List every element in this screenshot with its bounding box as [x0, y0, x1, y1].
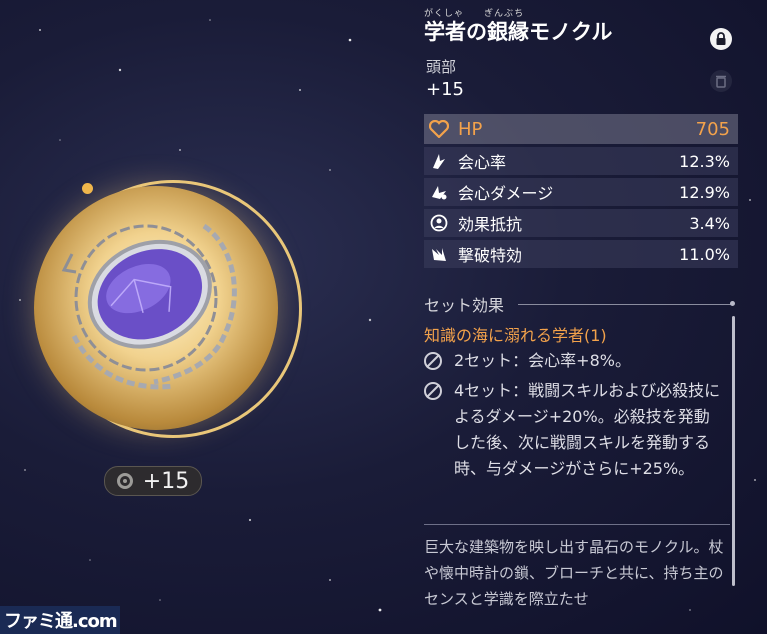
relic-title: 学者の銀縁モノクル: [424, 20, 613, 44]
heart-icon: [428, 118, 450, 140]
detail-scrollbar[interactable]: [732, 316, 735, 586]
sub-stat-value: 12.9%: [679, 182, 730, 202]
lock-button[interactable]: [710, 28, 732, 50]
set-effect-2pc: 2セット：会心率+8%。: [424, 348, 724, 374]
set-effect-2pc-text: 2セット：会心率+8%。: [454, 351, 631, 370]
sub-stat-name: 効果抵抗: [458, 215, 523, 234]
sub-stat-row: 会心率 12.3%: [424, 147, 738, 175]
set-effect-divider: [518, 304, 732, 305]
main-stat-name: HP: [458, 118, 483, 140]
monocle-relic-image: [61, 223, 237, 390]
sub-stat-row: 効果抵抗 3.4%: [424, 209, 738, 237]
relic-level-text: +15: [426, 79, 464, 100]
trash-icon: [716, 75, 726, 88]
stats-list: HP 705 会心率 12.3% 会心ダメージ 12.9% 効果抵抗 3.4%: [424, 114, 738, 271]
crit-dmg-icon: [428, 181, 450, 203]
sub-stat-row: 撃破特効 11.0%: [424, 240, 738, 268]
site-watermark-logo: ファミ通.com: [0, 606, 120, 634]
effect-res-icon: [428, 212, 450, 234]
set-effect-heading: セット効果: [424, 296, 505, 315]
lock-icon: [716, 32, 726, 45]
set-effect-divider-dot: [730, 301, 735, 306]
discard-button[interactable]: [710, 70, 732, 92]
sub-stat-value: 3.4%: [689, 213, 730, 233]
break-effect-icon: [428, 243, 450, 265]
relic-slot-label: 頭部: [426, 58, 457, 76]
sub-stat-value: 11.0%: [679, 244, 730, 264]
watermark-text: ファミ通.com: [4, 611, 118, 632]
relic-level-badge-text: +15: [142, 468, 190, 494]
sub-stat-row: 会心ダメージ 12.9%: [424, 178, 738, 206]
relic-preview-panel: +15: [0, 0, 400, 634]
main-stat-row: HP 705: [424, 114, 738, 144]
relic-detail-panel: がくしゃ ぎんぶち 学者の銀縁モノクル 頭部 +15 HP 705 会心率 12…: [418, 0, 767, 634]
set-effect-4pc: 4セット：戦闘スキルおよび必殺技によるダメージ+20%。必殺技を発動した後、次に…: [424, 378, 724, 482]
set-effect-4pc-text: 4セット：戦闘スキルおよび必殺技によるダメージ+20%。必殺技を発動した後、次に…: [454, 381, 721, 478]
set-name: 知識の海に溺れる学者(1): [424, 326, 607, 345]
sub-stat-name: 会心ダメージ: [458, 184, 554, 203]
sub-stat-name: 撃破特効: [458, 246, 523, 265]
relic-level-badge: +15: [104, 466, 202, 496]
inactive-effect-icon: [424, 382, 442, 400]
crit-rate-icon: [428, 150, 450, 172]
description-divider: [424, 524, 730, 525]
relic-description: 巨大な建築物を映し出す晶石のモノクル。杖や懐中時計の鎖、ブローチと共に、持ち主の…: [424, 538, 724, 608]
inactive-effect-icon: [424, 352, 442, 370]
level-coin-icon: [116, 473, 133, 489]
main-stat-value: 705: [695, 118, 730, 140]
sub-stat-name: 会心率: [458, 153, 507, 172]
sub-stat-value: 12.3%: [679, 151, 730, 171]
